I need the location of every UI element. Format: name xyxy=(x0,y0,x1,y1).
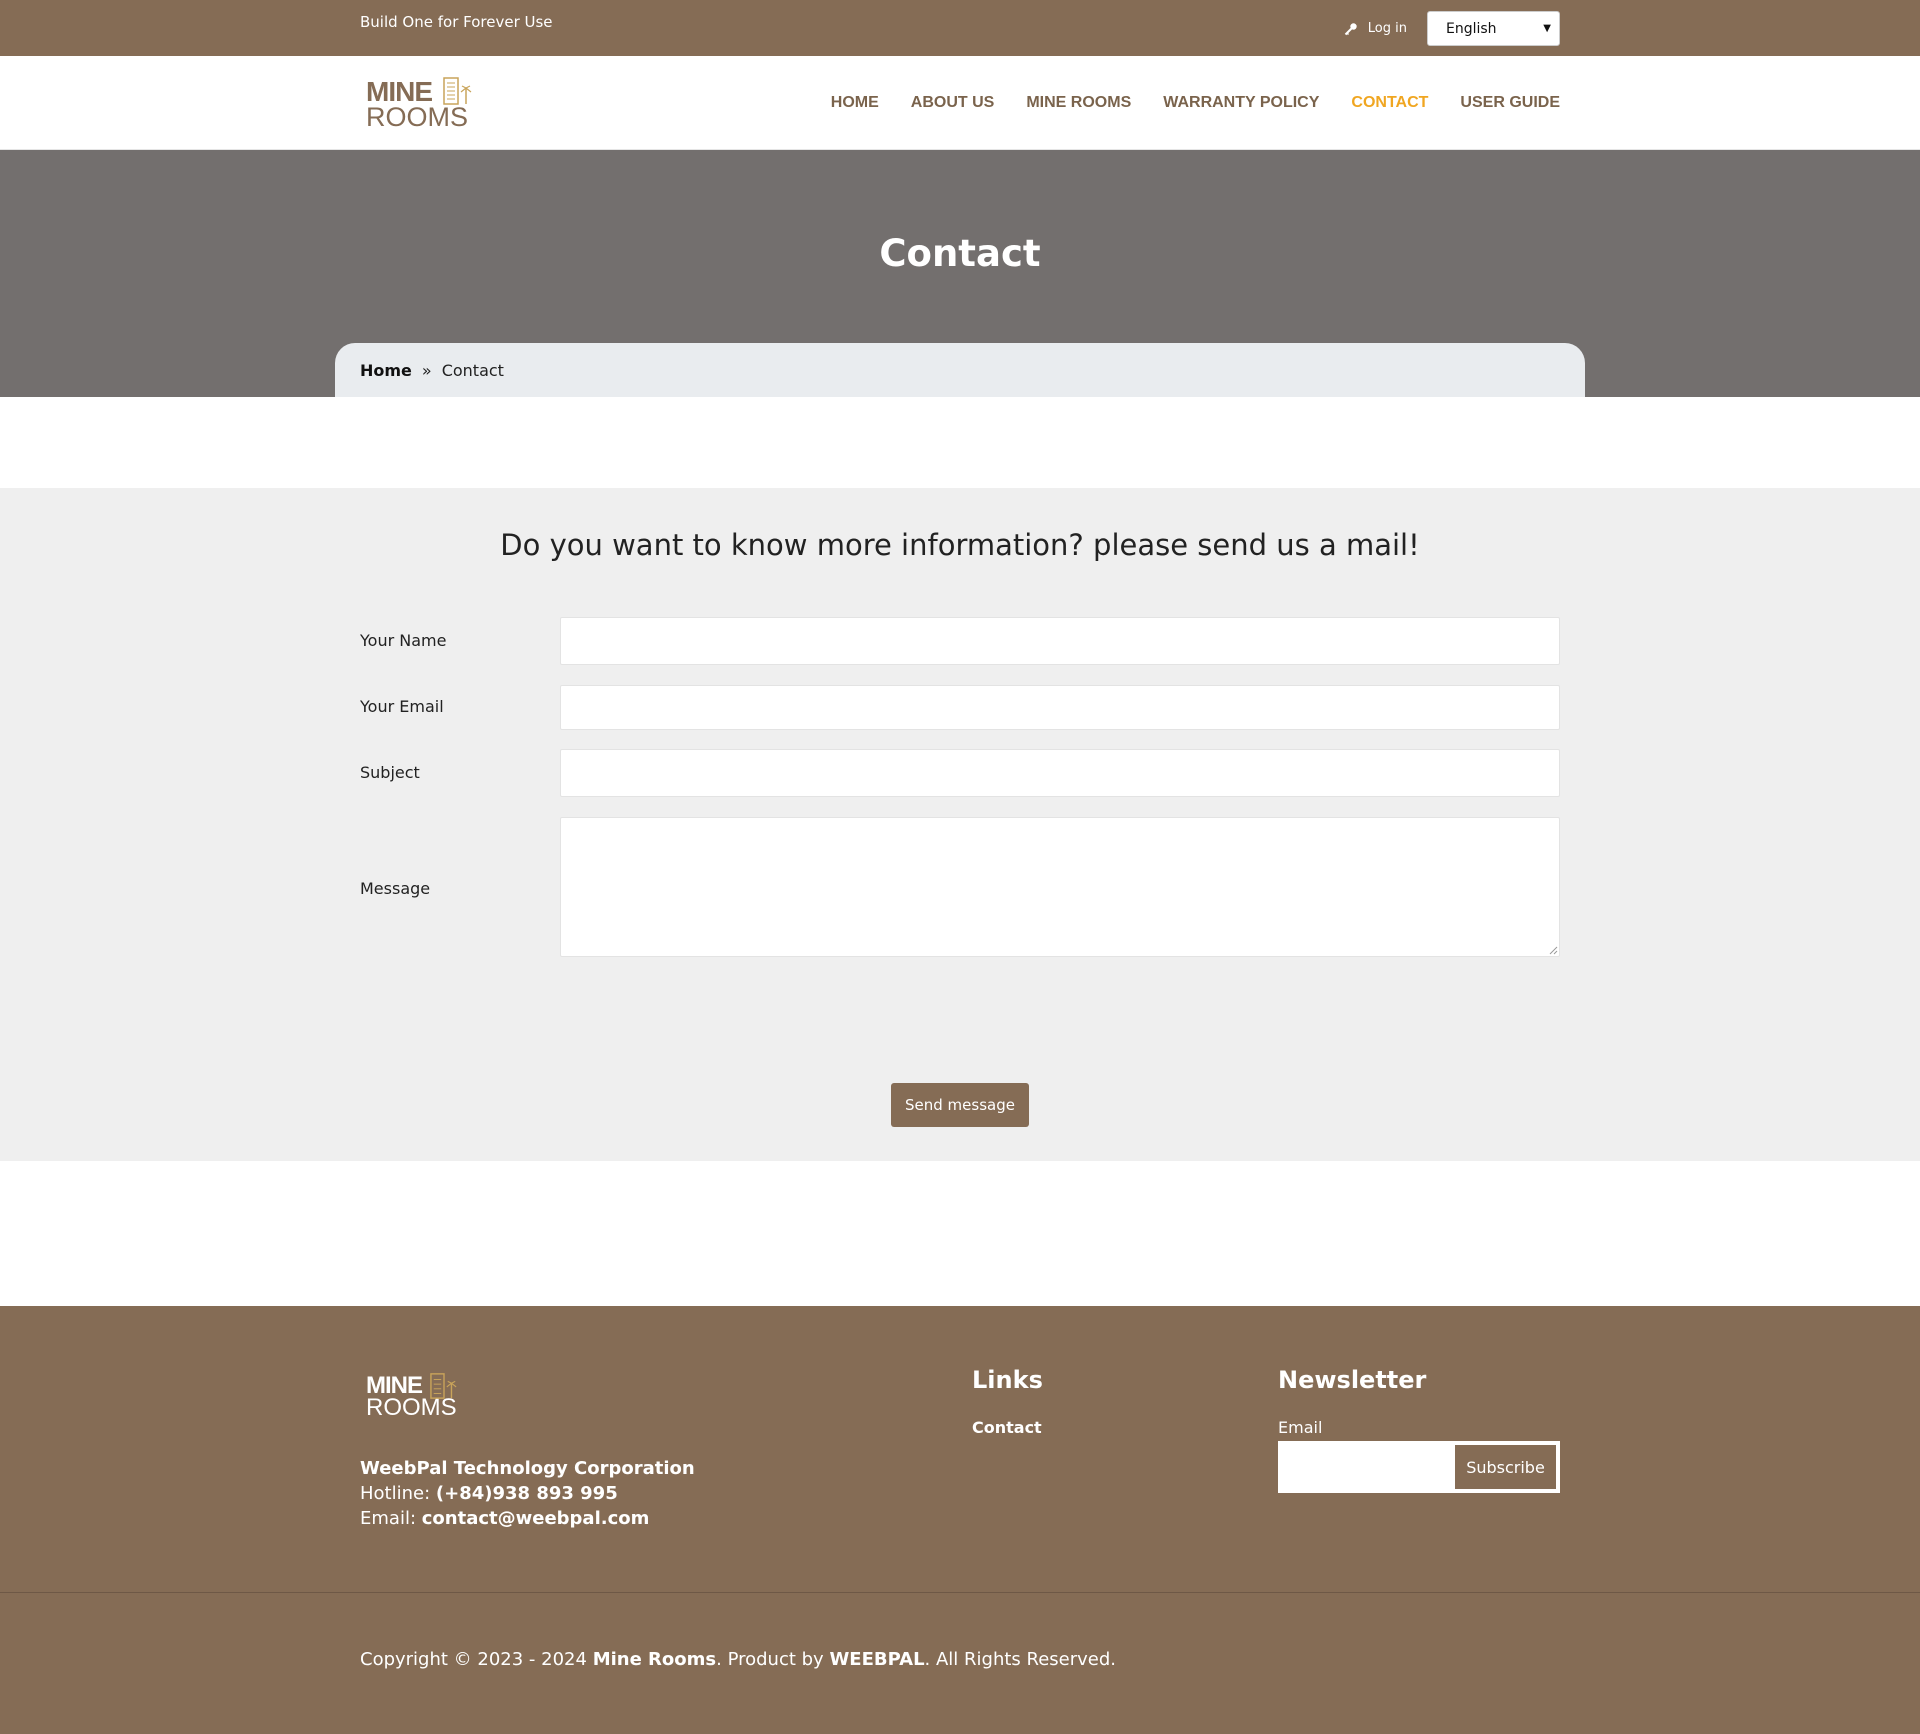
name-label: Your Name xyxy=(360,631,447,650)
nav-item-contact[interactable]: CONTACT xyxy=(1351,94,1428,112)
building-icon xyxy=(443,77,472,105)
key-icon xyxy=(1344,22,1357,35)
form-heading: Do you want to know more information? pl… xyxy=(500,528,1420,562)
language-selected: English xyxy=(1446,20,1497,37)
send-message-button[interactable]: Send message xyxy=(891,1083,1029,1127)
login-label: Log in xyxy=(1367,21,1407,36)
newsletter-email-input[interactable]: Subscribe xyxy=(1278,1441,1560,1493)
login-link[interactable]: Log in xyxy=(1344,21,1407,36)
footer-divider xyxy=(0,1592,1920,1593)
contact-form-section: Do you want to know more information? pl… xyxy=(0,488,1920,1161)
copyright-mid: . Product by xyxy=(716,1649,830,1670)
email-label: Your Email xyxy=(360,697,444,716)
nav-item-warranty-policy[interactable]: WARRANTY POLICY xyxy=(1163,94,1319,112)
subject-input[interactable] xyxy=(560,749,1560,797)
breadcrumb-separator: » xyxy=(421,360,432,380)
topbar-right: Log in English ▼ xyxy=(1344,11,1560,46)
message-label: Message xyxy=(360,879,431,898)
site-logo[interactable]: MINE ROOMS xyxy=(366,76,476,132)
hotline-label: Hotline: xyxy=(360,1483,436,1504)
copyright-brand: Mine Rooms xyxy=(592,1649,717,1670)
company-info: WeebPal Technology Corporation Hotline: … xyxy=(360,1456,695,1531)
resize-handle-icon[interactable] xyxy=(1548,945,1558,955)
main-nav: HOME ABOUT US MINE ROOMS WARRANTY POLICY… xyxy=(799,56,1560,150)
newsletter-email-label: Email xyxy=(1278,1418,1323,1437)
subject-label: Subject xyxy=(360,763,420,782)
logo-line2: ROOMS xyxy=(366,102,469,132)
top-bar: Build One for Forever Use Log in English… xyxy=(0,0,1920,56)
breadcrumb-current: Contact xyxy=(441,360,504,380)
site-footer: MINE ROOMS WeebPal Technology Corporatio… xyxy=(0,1306,1920,1734)
nav-item-user-guide[interactable]: USER GUIDE xyxy=(1460,94,1560,112)
nav-item-mine-rooms[interactable]: MINE ROOMS xyxy=(1026,94,1131,112)
site-header: MINE ROOMS HOME ABOUT US MINE ROOMS WARR… xyxy=(0,56,1920,150)
page-title: Contact xyxy=(879,232,1041,275)
breadcrumb-home[interactable]: Home xyxy=(360,361,412,380)
company-name: WeebPal Technology Corporation xyxy=(360,1458,695,1479)
email-label-text: Email: xyxy=(360,1508,422,1529)
building-icon xyxy=(430,1373,457,1399)
email-input[interactable] xyxy=(560,685,1560,730)
breadcrumb: Home » Contact xyxy=(335,343,1585,397)
chevron-down-icon: ▼ xyxy=(1543,23,1551,34)
copyright-company[interactable]: WEEBPAL xyxy=(829,1649,924,1670)
links-title: Links xyxy=(972,1366,1043,1394)
nav-item-home[interactable]: HOME xyxy=(831,94,879,112)
newsletter-title: Newsletter xyxy=(1278,1366,1427,1394)
name-input[interactable] xyxy=(560,617,1560,665)
email-link[interactable]: contact@weebpal.com xyxy=(422,1508,650,1529)
subscribe-button[interactable]: Subscribe xyxy=(1455,1445,1556,1489)
copyright-suffix: . All Rights Reserved. xyxy=(924,1649,1117,1670)
newsletter: Newsletter Email Subscribe xyxy=(1278,1366,1560,1493)
nav-item-about-us[interactable]: ABOUT US xyxy=(911,94,995,112)
company-email: Email: contact@weebpal.com xyxy=(360,1506,695,1531)
copyright: Copyright © 2023 - 2024 Mine Rooms. Prod… xyxy=(360,1649,1116,1670)
footer-link-contact[interactable]: Contact xyxy=(972,1418,1043,1437)
footer-logo[interactable]: MINE ROOMS xyxy=(366,1372,476,1422)
page-hero: Contact Home » Contact xyxy=(0,150,1920,397)
footer-links: Links Contact xyxy=(972,1366,1043,1437)
message-textarea[interactable] xyxy=(560,817,1560,957)
language-select[interactable]: English ▼ xyxy=(1427,11,1560,46)
hotline-value[interactable]: (+84)938 893 995 xyxy=(436,1483,618,1504)
tagline: Build One for Forever Use xyxy=(360,13,553,31)
copyright-prefix: Copyright © 2023 - 2024 xyxy=(360,1649,593,1670)
hotline: Hotline: (+84)938 893 995 xyxy=(360,1481,695,1506)
